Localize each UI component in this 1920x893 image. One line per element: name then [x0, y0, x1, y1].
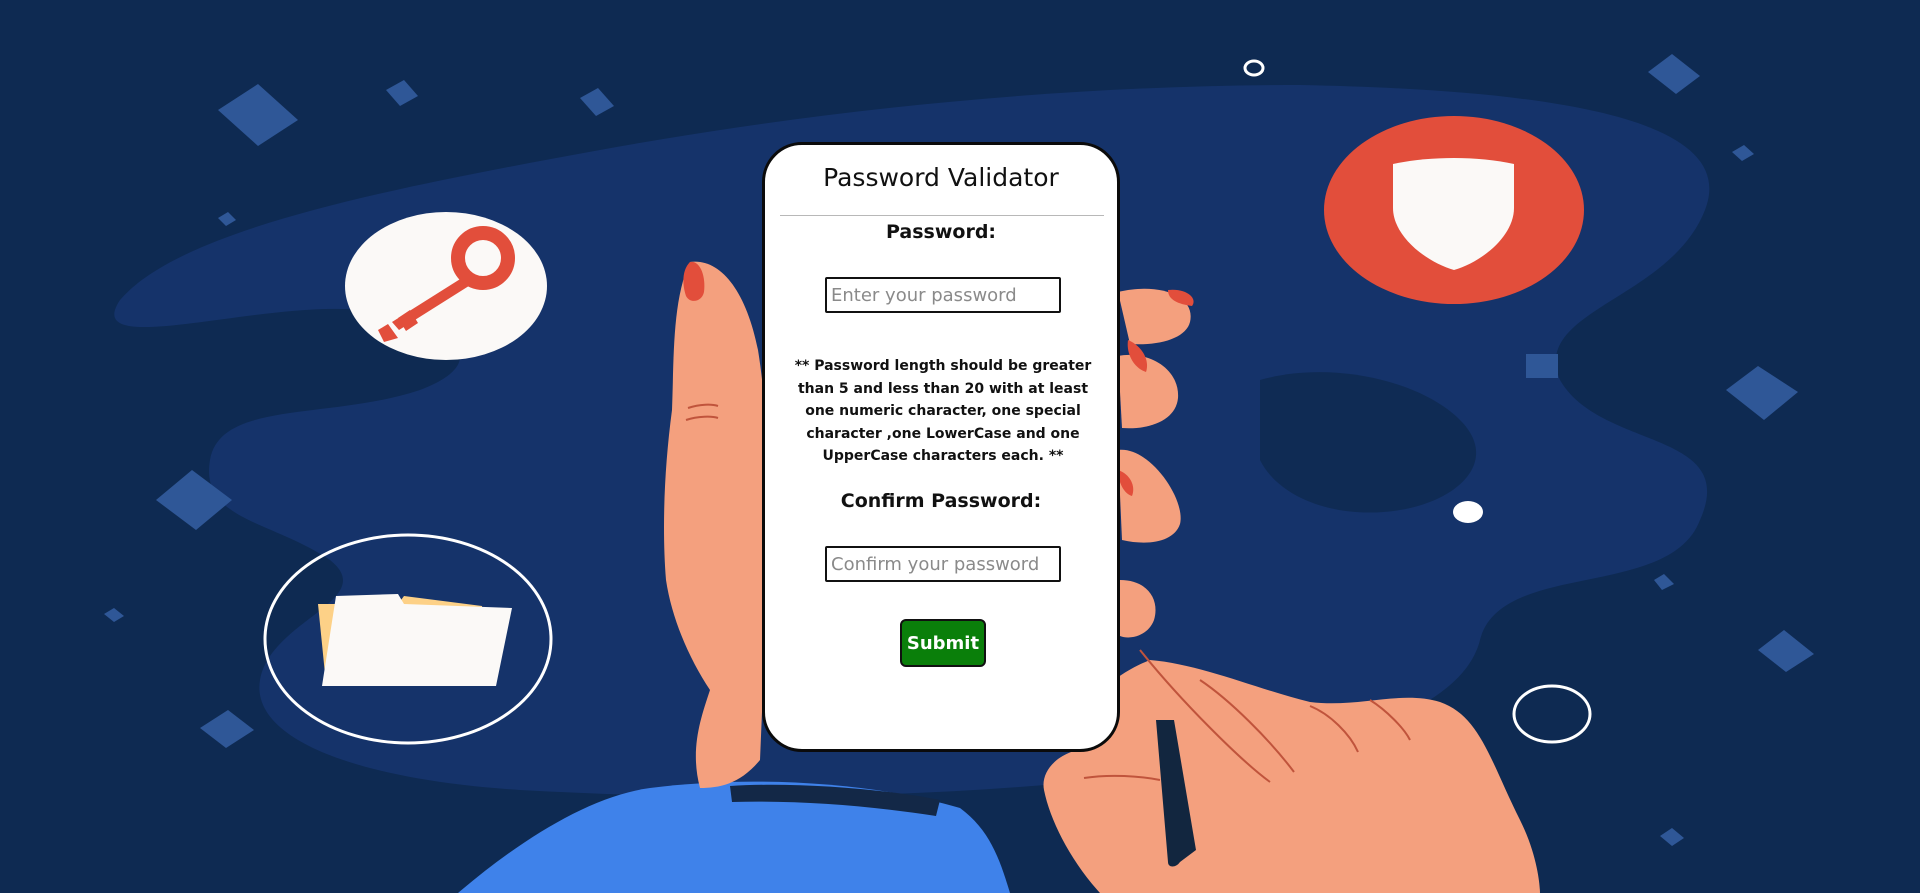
submit-button[interactable]: Submit [900, 619, 986, 667]
shield-icon [1324, 116, 1584, 304]
title-divider [780, 215, 1104, 216]
password-validator-card: Password Validator Password: ** Password… [762, 142, 1120, 752]
page: Password Validator Password: ** Password… [0, 0, 1920, 893]
page-title: Password Validator [823, 163, 1059, 192]
key-icon [345, 212, 547, 360]
confirm-password-label: Confirm Password: [840, 490, 1042, 512]
password-rules-text: ** Password length should be greater tha… [794, 358, 1092, 464]
password-label: Password: [885, 221, 997, 243]
password-input[interactable] [825, 277, 1061, 313]
confirm-password-input[interactable] [825, 546, 1061, 582]
